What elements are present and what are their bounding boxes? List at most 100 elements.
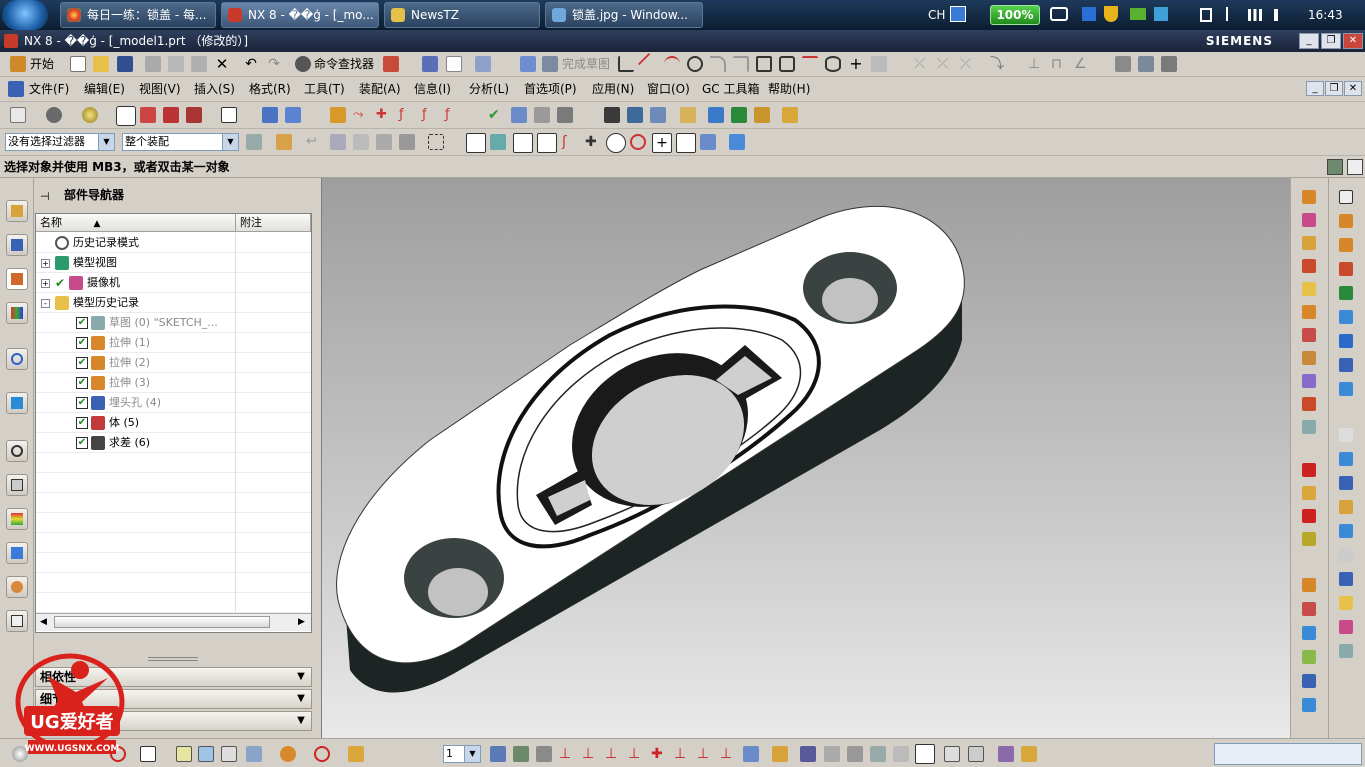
- edge-selection-icon[interactable]: [376, 134, 392, 150]
- column-header-notes[interactable]: 附注: [236, 214, 311, 232]
- edit-tool-icon[interactable]: [1302, 532, 1316, 546]
- tree-row[interactable]: 历史记录模式: [36, 233, 311, 253]
- fillet-icon[interactable]: [710, 56, 726, 72]
- surface-tool-icon[interactable]: [1302, 650, 1316, 664]
- battery-indicator[interactable]: 100%: [990, 5, 1040, 25]
- system-scene-tab[interactable]: [6, 576, 28, 598]
- grid-select-icon[interactable]: [221, 746, 237, 762]
- menu-edit[interactable]: 编辑(E): [84, 77, 125, 101]
- add-component-icon[interactable]: [731, 107, 747, 123]
- tree-row[interactable]: ✔ 埋头孔 (4): [36, 393, 311, 413]
- fillet-curve-icon[interactable]: ƒ: [445, 107, 461, 123]
- layer-settings-icon[interactable]: [627, 107, 643, 123]
- task-button-newstz[interactable]: NewsTZ: [384, 2, 540, 28]
- menu-gc-toolkit[interactable]: GC 工具箱: [702, 77, 760, 101]
- synchronous-tool-icon[interactable]: [1339, 428, 1353, 442]
- command-finder-button[interactable]: 命令查找器: [314, 52, 374, 76]
- mate-icon[interactable]: [754, 107, 770, 123]
- feature-tool-icon[interactable]: [1302, 282, 1316, 296]
- feature-tool-icon[interactable]: [1302, 213, 1316, 227]
- midpoint-snap-icon[interactable]: [537, 133, 557, 153]
- task-button-browser[interactable]: 每日一练：锁盖 - 每...: [60, 2, 216, 28]
- start-button[interactable]: [2, 0, 48, 30]
- form-tool-icon[interactable]: [1339, 214, 1353, 228]
- sketch-plane-icon[interactable]: [330, 107, 346, 123]
- ellipse-icon[interactable]: [825, 56, 841, 72]
- form-tool-icon[interactable]: [1339, 382, 1353, 396]
- wcs-absolute-icon[interactable]: ⊥: [697, 746, 713, 762]
- extend-icon[interactable]: ƒ: [399, 107, 415, 123]
- manufacturing-wizards-tab[interactable]: [6, 508, 28, 530]
- history-tab[interactable]: [6, 392, 28, 414]
- splitter-handle[interactable]: [148, 657, 198, 661]
- horizontal-scrollbar[interactable]: ◀ ▶: [36, 613, 311, 631]
- shaded-icon[interactable]: [116, 106, 136, 126]
- sketch-curve-icon[interactable]: [383, 56, 399, 72]
- system-materials-tab[interactable]: [6, 440, 28, 462]
- pin-icon[interactable]: ⊣: [40, 190, 50, 203]
- menu-analysis[interactable]: 分析(L): [469, 77, 509, 101]
- synchronous-tool-icon[interactable]: [1339, 572, 1353, 586]
- visibility-checkbox[interactable]: ✔: [76, 397, 88, 409]
- menu-format[interactable]: 格式(R): [249, 77, 291, 101]
- existing-point-snap-icon[interactable]: +: [652, 133, 672, 153]
- collapse-icon[interactable]: -: [41, 299, 50, 308]
- surface-tool-icon[interactable]: [1302, 626, 1316, 640]
- tree-row[interactable]: - 模型历史记录: [36, 293, 311, 313]
- person-icon[interactable]: [198, 746, 214, 762]
- constraint-check-icon[interactable]: ✔: [488, 107, 504, 123]
- quick-trim-icon[interactable]: ⤫: [914, 56, 930, 72]
- hide-icon[interactable]: [893, 746, 909, 762]
- process-studio-tab[interactable]: [6, 474, 28, 496]
- doc-restore-button[interactable]: ❐: [1325, 81, 1343, 96]
- user-icon[interactable]: [246, 746, 262, 762]
- form-tool-icon[interactable]: [1339, 310, 1353, 324]
- point-on-surface-snap-icon[interactable]: [700, 134, 716, 150]
- wcs-orient-icon[interactable]: ⊥: [628, 746, 644, 762]
- wcs-icon[interactable]: [262, 107, 278, 123]
- polygon-icon[interactable]: [779, 56, 795, 72]
- shield-icon[interactable]: [1104, 6, 1118, 22]
- constraint-navigator-tab[interactable]: [6, 234, 28, 256]
- control-point-snap-icon[interactable]: ʃ: [562, 134, 578, 150]
- feature-tool-icon[interactable]: [1302, 374, 1316, 388]
- edit-tool-icon[interactable]: [1302, 509, 1316, 523]
- tree-row[interactable]: ✔ 草图 (0) "SKETCH_...: [36, 313, 311, 333]
- render-style-icon[interactable]: [82, 107, 98, 123]
- security-icon[interactable]: [1082, 7, 1096, 21]
- visibility-checkbox[interactable]: ✔: [76, 317, 88, 329]
- ime-toolbar[interactable]: [1214, 743, 1362, 765]
- body-selection-icon[interactable]: [330, 134, 346, 150]
- wcs-rotate-icon[interactable]: ⊥: [605, 746, 621, 762]
- reuse-library-tab[interactable]: [6, 302, 28, 324]
- dimension-icon[interactable]: ⊥: [1028, 56, 1044, 72]
- assembly-navigator-tab[interactable]: [6, 200, 28, 222]
- menu-help[interactable]: 帮助(H): [768, 77, 810, 101]
- network-icon[interactable]: [1248, 9, 1262, 21]
- offset-curve-icon[interactable]: [871, 56, 887, 72]
- stop-icon[interactable]: [314, 746, 330, 762]
- csys-icon[interactable]: [772, 746, 788, 762]
- visibility-checkbox[interactable]: ✔: [76, 337, 88, 349]
- copy-icon[interactable]: [168, 56, 184, 72]
- snap-point-icon[interactable]: [466, 133, 486, 153]
- visibility-checkbox[interactable]: ✔: [76, 377, 88, 389]
- paste-icon[interactable]: [191, 56, 207, 72]
- feature-tool-icon[interactable]: [1302, 305, 1316, 319]
- menu-insert[interactable]: 插入(S): [194, 77, 235, 101]
- web-browser-tab[interactable]: [6, 348, 28, 370]
- layer-copy-icon[interactable]: [536, 746, 552, 762]
- feature-tool-icon[interactable]: [1302, 259, 1316, 273]
- surface-tool-icon[interactable]: [1302, 698, 1316, 712]
- cut-icon[interactable]: [145, 56, 161, 72]
- corner-icon[interactable]: ƒ: [422, 107, 438, 123]
- rectangle-icon[interactable]: [756, 56, 772, 72]
- redo-icon[interactable]: ↷: [266, 56, 282, 72]
- menu-preferences[interactable]: 首选项(P): [524, 77, 577, 101]
- menu-file[interactable]: 文件(F): [29, 77, 69, 101]
- point-icon[interactable]: +: [848, 56, 864, 72]
- studio-spline-icon[interactable]: [802, 56, 818, 72]
- undo-icon[interactable]: ↶: [243, 56, 259, 72]
- isometric-icon[interactable]: [186, 107, 202, 123]
- new-file-icon[interactable]: [70, 56, 86, 72]
